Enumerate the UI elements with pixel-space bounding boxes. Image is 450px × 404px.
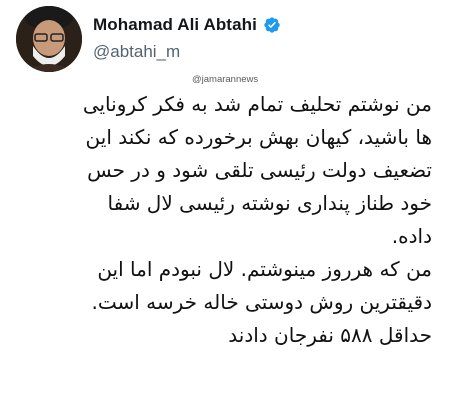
tweet-text: من نوشتم تحلیف تمام شد به فکر کرونایی ها… (12, 88, 432, 352)
tweet-line: تضعیف دولت رئیسی تلقی شود و در حس (87, 158, 432, 182)
author-info: Mohamad Ali Abtahi @abtahi_m (93, 14, 281, 62)
tweet-line: حداقل ۵۸۸ نفرجان دادند (228, 323, 432, 347)
author-display-name[interactable]: Mohamad Ali Abtahi (93, 15, 257, 35)
tweet-card: Mohamad Ali Abtahi @abtahi_m @jamarannew… (0, 0, 450, 404)
tweet-line: من که هرروز مینوشتم. لال نبودم اما این (97, 257, 432, 281)
tweet-line: من نوشتم تحلیف تمام شد به فکر کرونایی (82, 92, 432, 116)
author-handle[interactable]: @abtahi_m (93, 42, 281, 62)
watermark-text: @jamarannews (192, 74, 259, 85)
tweet-line: دقیقترین روش دوستی خاله خرسه است. (91, 290, 433, 314)
author-avatar[interactable] (16, 6, 82, 72)
tweet-line: داده. (391, 224, 432, 248)
user-avatar-icon (16, 6, 82, 72)
tweet-line: ها باشید، کیهان بهش برخورده که نکند این (85, 125, 432, 149)
tweet-line: خود طناز پنداری نوشته رئیسی لال شفا (107, 191, 432, 215)
verified-badge-icon (263, 16, 281, 34)
